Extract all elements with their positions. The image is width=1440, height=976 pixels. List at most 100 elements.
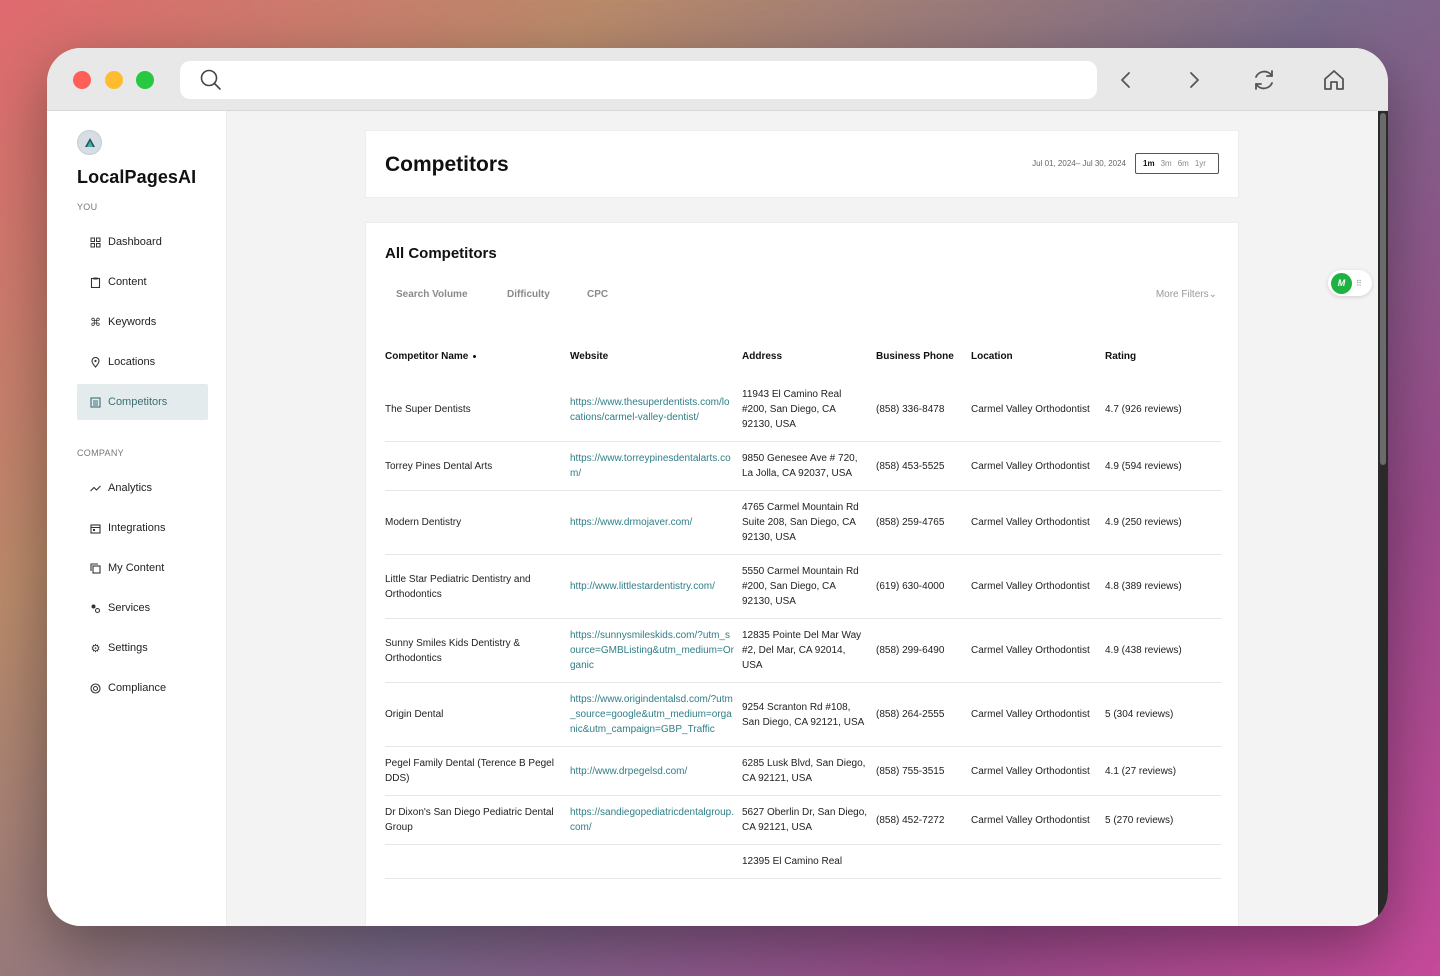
close-window-button[interactable]: [73, 71, 91, 89]
sidebar-item-label: Analytics: [108, 482, 153, 494]
column-label: Competitor Name: [385, 351, 469, 362]
sidebar-item-locations[interactable]: Locations: [77, 344, 208, 380]
page-scrollbar[interactable]: [1378, 111, 1388, 926]
browser-window: LocalPagesAI YOU Dashboard Content ⌘ Key…: [47, 48, 1388, 926]
copy-icon: [90, 562, 101, 574]
cell-phone: [876, 844, 971, 879]
range-option-1m[interactable]: 1m: [1140, 159, 1158, 168]
cell-website[interactable]: https://www.origindentalsd.com/?utm_sour…: [570, 682, 742, 747]
table-row[interactable]: Pegel Family Dental (Terence B Pegel DDS…: [385, 746, 1221, 796]
sidebar-item-label: Settings: [108, 642, 148, 654]
sidebar-item-compliance[interactable]: Compliance: [77, 670, 208, 706]
sidebar-item-label: Services: [108, 602, 151, 614]
sidebar-item-competitors[interactable]: Competitors: [77, 384, 208, 420]
scrollbar-thumb[interactable]: [1380, 113, 1386, 465]
sidebar-item-label: Content: [108, 276, 147, 288]
sidebar-item-keywords[interactable]: ⌘ Keywords: [77, 304, 208, 340]
cell-name: Origin Dental: [385, 682, 570, 747]
table-row[interactable]: Sunny Smiles Kids Dentistry & Orthodonti…: [385, 618, 1221, 683]
command-icon: ⌘: [90, 316, 101, 329]
cell-website[interactable]: https://www.drmojaver.com/: [570, 490, 742, 555]
maximize-window-button[interactable]: [136, 71, 154, 89]
table-row[interactable]: The Super Dentists https://www.thesuperde…: [385, 378, 1221, 442]
sidebar-item-services[interactable]: Services: [77, 590, 208, 626]
cell-address: 12835 Pointe Del Mar Way #2, Del Mar, CA…: [742, 618, 876, 683]
cell-name: Dr Dixon's San Diego Pediatric Dental Gr…: [385, 795, 570, 845]
cell-website[interactable]: [570, 844, 742, 879]
cell-website[interactable]: https://sunnysmileskids.com/?utm_source=…: [570, 618, 742, 683]
table-row[interactable]: Torrey Pines Dental Arts https://www.torr…: [385, 441, 1221, 491]
back-button[interactable]: [1112, 66, 1140, 94]
table-row[interactable]: Modern Dentistry https://www.drmojaver.co…: [385, 490, 1221, 555]
cell-name: Pegel Family Dental (Terence B Pegel DDS…: [385, 746, 570, 796]
range-option-6m[interactable]: 6m: [1175, 159, 1192, 168]
home-button[interactable]: [1320, 66, 1348, 94]
sidebar-item-label: My Content: [108, 562, 165, 574]
page-header-card: Competitors Jul 01, 2024– Jul 30, 2024 1…: [365, 130, 1239, 198]
column-header-location[interactable]: Location: [971, 341, 1105, 378]
sidebar-item-label: Competitors: [108, 396, 168, 408]
sidebar-item-my-content[interactable]: My Content: [77, 550, 208, 586]
cell-name: Sunny Smiles Kids Dentistry & Orthodonti…: [385, 618, 570, 683]
filter-cpc[interactable]: CPC: [587, 289, 608, 300]
cell-location: Carmel Valley Orthodontist: [971, 490, 1105, 555]
filter-difficulty[interactable]: Difficulty: [507, 289, 550, 300]
page-title: Competitors: [385, 153, 509, 176]
cell-location: Carmel Valley Orthodontist: [971, 746, 1105, 796]
cell-website[interactable]: https://www.thesuperdentists.com/locatio…: [570, 378, 742, 442]
browser-toolbar: [47, 48, 1388, 111]
minimize-window-button[interactable]: [105, 71, 123, 89]
cell-website[interactable]: http://www.littlestardentistry.com/: [570, 554, 742, 619]
clipboard-icon: [90, 277, 101, 288]
drag-handle-icon[interactable]: ⠿: [1356, 279, 1362, 288]
cell-address: 9850 Genesee Ave # 720, La Jolla, CA 920…: [742, 441, 876, 491]
column-header-address[interactable]: Address: [742, 341, 876, 378]
range-toggle: 1m 3m 6m 1yr: [1135, 153, 1219, 174]
sidebar-item-content[interactable]: Content: [77, 264, 208, 300]
cell-rating: 4.8 (389 reviews): [1105, 554, 1221, 619]
calendar-icon: [90, 523, 101, 534]
column-header-phone[interactable]: Business Phone: [876, 341, 971, 378]
cell-location: Carmel Valley Orthodontist: [971, 378, 1105, 442]
column-header-rating[interactable]: Rating: [1105, 341, 1221, 378]
filter-search-volume[interactable]: Search Volume: [396, 289, 468, 300]
cell-rating: 4.1 (27 reviews): [1105, 746, 1221, 796]
sidebar: LocalPagesAI YOU Dashboard Content ⌘ Key…: [47, 111, 227, 926]
badge-icon: [90, 682, 101, 694]
column-header-website[interactable]: Website: [570, 341, 742, 378]
cell-website[interactable]: http://www.drpegelsd.com/: [570, 746, 742, 796]
cell-location: Carmel Valley Orthodontist: [971, 441, 1105, 491]
cell-address: 12395 El Camino Real: [742, 844, 876, 879]
table-row[interactable]: Little Star Pediatric Dentistry and Orth…: [385, 554, 1221, 619]
range-option-3m[interactable]: 3m: [1158, 159, 1175, 168]
cell-website[interactable]: https://www.torreypinesdentalarts.com/: [570, 441, 742, 491]
sidebar-item-analytics[interactable]: Analytics: [77, 470, 208, 506]
more-filters-button[interactable]: More Filters⌄: [1156, 289, 1217, 300]
sidebar-item-label: Keywords: [108, 316, 157, 328]
sidebar-item-settings[interactable]: ⚙ Settings: [77, 630, 208, 666]
cell-name: Modern Dentistry: [385, 490, 570, 555]
sidebar-item-integrations[interactable]: Integrations: [77, 510, 208, 546]
cell-phone: (858) 755-3515: [876, 746, 971, 796]
cell-address: 9254 Scranton Rd #108, San Diego, CA 921…: [742, 682, 876, 747]
address-bar[interactable]: [180, 61, 1097, 99]
forward-button[interactable]: [1180, 66, 1208, 94]
table-row[interactable]: Dr Dixon's San Diego Pediatric Dental Gr…: [385, 795, 1221, 845]
table-row[interactable]: Origin Dental https://www.origindentalsd.…: [385, 682, 1221, 747]
column-header-name[interactable]: Competitor Name: [385, 341, 570, 378]
reload-button[interactable]: [1250, 66, 1278, 94]
chevron-left-icon: [1121, 72, 1130, 88]
cell-location: Carmel Valley Orthodontist: [971, 682, 1105, 747]
range-option-1yr[interactable]: 1yr: [1192, 159, 1209, 168]
cell-rating: 5 (270 reviews): [1105, 795, 1221, 845]
cell-name: Torrey Pines Dental Arts: [385, 441, 570, 491]
reload-icon: [1255, 70, 1273, 90]
services-icon: [91, 604, 101, 613]
sidebar-item-label: Integrations: [108, 522, 166, 534]
cell-website[interactable]: https://sandiegopediatricdentalgroup.com…: [570, 795, 742, 845]
cell-rating: 5 (304 reviews): [1105, 682, 1221, 747]
sidebar-item-dashboard[interactable]: Dashboard: [77, 224, 208, 260]
extension-badge[interactable]: M ⠿: [1328, 270, 1372, 296]
table-row[interactable]: 12395 El Camino Real: [385, 844, 1221, 879]
table-header-row: Competitor Name Website Address Business…: [385, 341, 1221, 378]
